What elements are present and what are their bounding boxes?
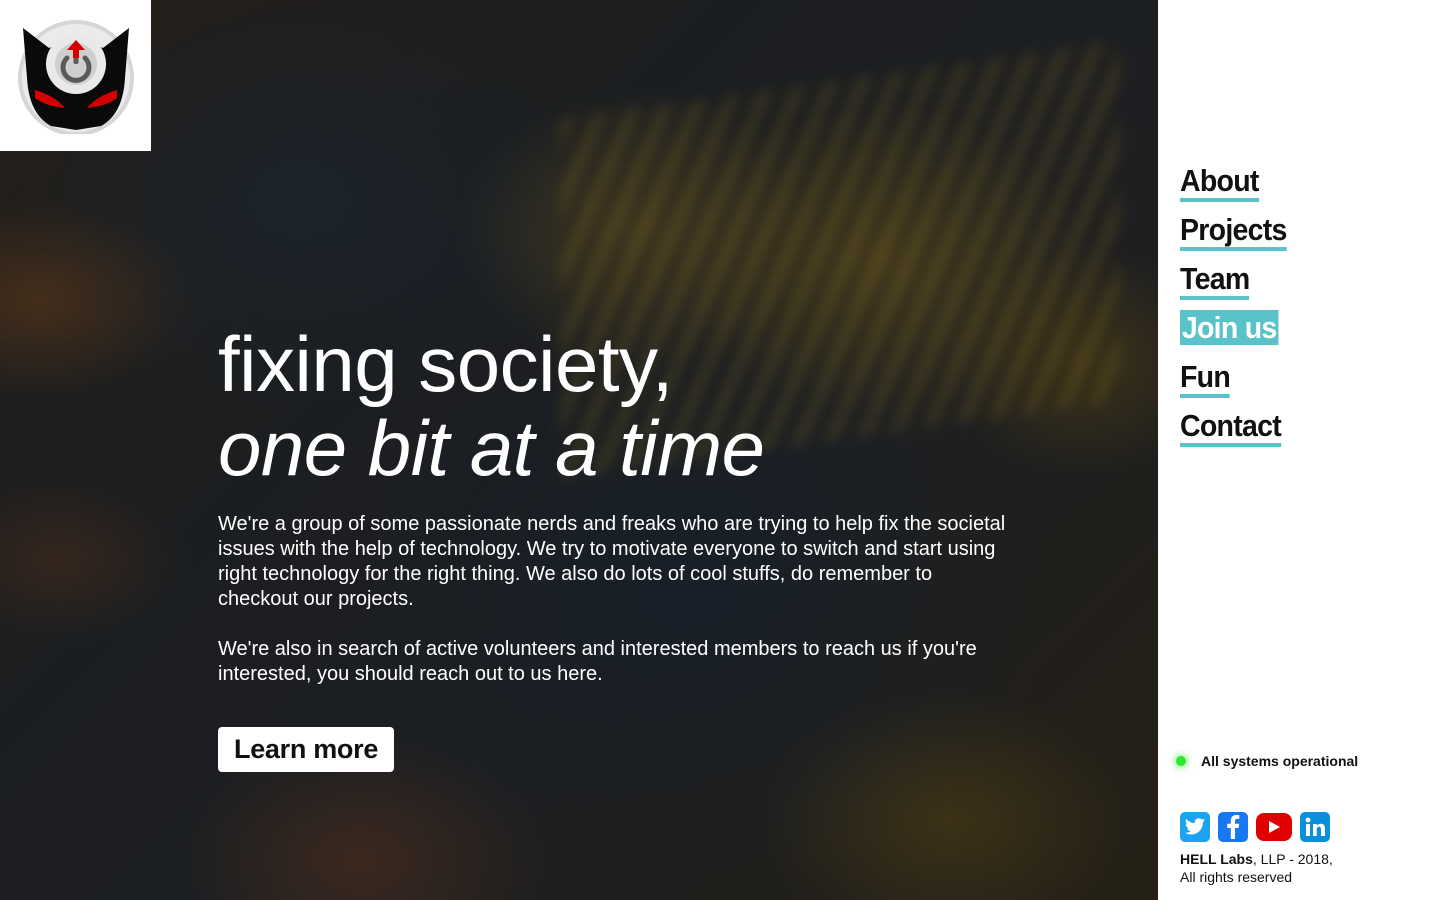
nav-item-about[interactable]: About <box>1180 163 1287 213</box>
nav-item-contact[interactable]: Contact <box>1180 408 1287 458</box>
company-name: HELL Labs <box>1180 851 1253 867</box>
twitter-icon <box>1184 818 1206 835</box>
twitter-link[interactable] <box>1180 812 1210 842</box>
nav-item-label: About <box>1180 163 1259 202</box>
hero-paragraph-volunteers: We're also in search of active volunteer… <box>218 638 977 685</box>
system-status[interactable]: All systems operational <box>1176 753 1358 769</box>
main-nav: About Projects Team Join us Fun Contact <box>1180 163 1296 458</box>
status-indicator-dot <box>1176 756 1186 766</box>
linkedin-link[interactable] <box>1300 812 1330 842</box>
sidebar: About Projects Team Join us Fun Contact … <box>1158 0 1440 900</box>
youtube-icon <box>1269 821 1280 833</box>
nav-item-team[interactable]: Team <box>1180 261 1287 311</box>
logo-link[interactable] <box>0 0 151 151</box>
youtube-link[interactable] <box>1256 813 1292 841</box>
hero-paragraph-intro: We're a group of some passionate nerds a… <box>218 513 1006 610</box>
linkedin-icon <box>1305 817 1325 836</box>
nav-item-fun[interactable]: Fun <box>1180 359 1287 409</box>
copyright: HELL Labs, LLP - 2018, All rights reserv… <box>1180 850 1333 886</box>
nav-item-join-us[interactable]: Join us <box>1180 310 1287 360</box>
nav-item-label: Fun <box>1180 359 1231 398</box>
rights-text: All rights reserved <box>1180 869 1293 885</box>
learn-more-button[interactable]: Learn more <box>218 727 395 772</box>
facebook-icon <box>1227 815 1240 839</box>
nav-item-label: Projects <box>1180 212 1287 251</box>
hero-headline: fixing society, <box>218 320 673 408</box>
social-links <box>1180 812 1330 842</box>
devil-power-logo-icon <box>17 19 134 134</box>
hero-tagline: one bit at a time <box>218 404 765 492</box>
facebook-link[interactable] <box>1218 812 1248 842</box>
nav-item-label: Join us <box>1180 310 1279 345</box>
status-text: All systems operational <box>1201 753 1359 769</box>
nav-item-projects[interactable]: Projects <box>1180 212 1287 262</box>
nav-item-label: Team <box>1180 261 1250 300</box>
hero-content: fixing society, one bit at a time We're … <box>218 322 1018 772</box>
copyright-suffix: , LLP - 2018, <box>1252 851 1333 867</box>
nav-item-label: Contact <box>1180 408 1282 447</box>
